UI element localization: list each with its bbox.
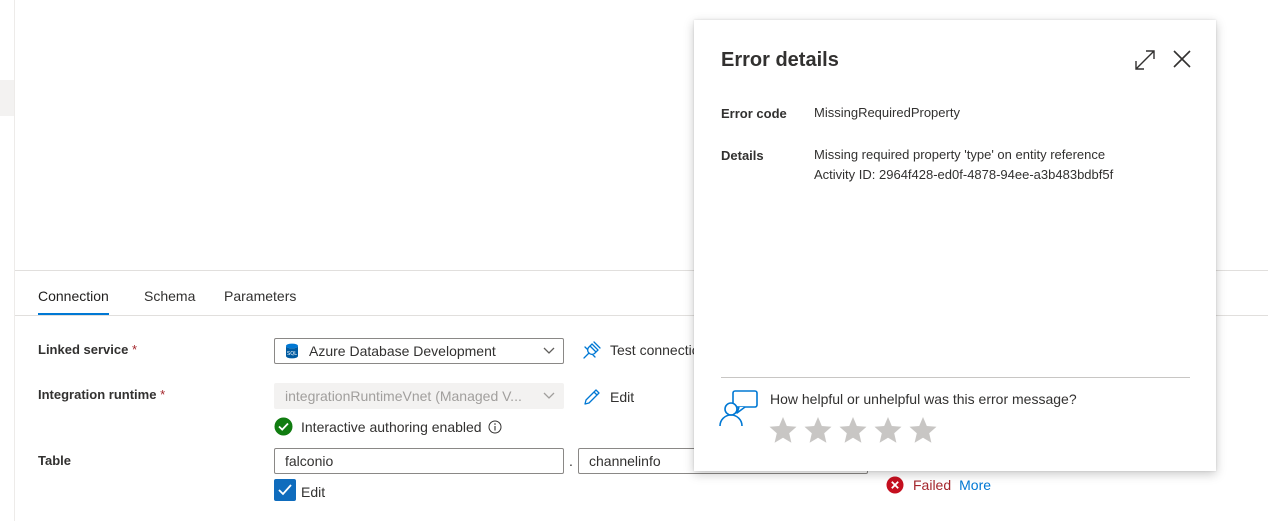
tab-parameters[interactable]: Parameters	[224, 288, 296, 304]
pencil-icon	[584, 389, 600, 405]
success-check-icon	[274, 417, 293, 436]
details-value: Missing required property 'type' on enti…	[814, 145, 1113, 185]
table-separator: .	[569, 453, 573, 469]
error-details-panel: Error details Error code MissingRequired…	[694, 20, 1216, 471]
panel-divider	[721, 377, 1190, 378]
error-code-value: MissingRequiredProperty	[814, 105, 960, 120]
chevron-down-icon	[543, 392, 555, 399]
linked-service-label: Linked service *	[38, 342, 138, 357]
feedback-question: How helpful or unhelpful was this error …	[770, 391, 1077, 407]
test-connection-label: Test connection	[610, 342, 708, 358]
info-icon[interactable]	[488, 420, 502, 434]
star-icon[interactable]	[908, 415, 938, 445]
test-connection-button[interactable]: Test connection	[582, 340, 707, 360]
linked-service-select[interactable]: SQL Azure Database Development	[274, 338, 564, 364]
integration-runtime-edit-button[interactable]: Edit	[582, 387, 634, 407]
failed-status: Failed	[913, 477, 952, 493]
plug-icon	[583, 341, 601, 359]
chevron-down-icon	[543, 347, 555, 354]
details-key: Details	[721, 148, 764, 163]
star-icon[interactable]	[803, 415, 833, 445]
more-link[interactable]: More	[959, 477, 991, 493]
edit-label: Edit	[610, 389, 635, 405]
tab-connection[interactable]: Connection	[38, 288, 109, 315]
rail-tab[interactable]	[0, 80, 14, 116]
svg-text:SQL: SQL	[287, 351, 297, 357]
tab-schema[interactable]: Schema	[144, 288, 195, 304]
expand-icon[interactable]	[1134, 49, 1156, 71]
activity-id: Activity ID: 2964f428-ed0f-4878-94ee-a3b…	[814, 167, 1114, 182]
panel-title: Error details	[721, 49, 839, 71]
table-edit-label: Edit	[301, 484, 326, 500]
table-schema-input[interactable]: falconio	[274, 448, 564, 474]
star-rating[interactable]	[768, 415, 943, 445]
star-icon[interactable]	[768, 415, 798, 445]
error-icon	[886, 476, 904, 494]
left-rail	[0, 0, 15, 521]
linked-service-value: Azure Database Development	[309, 343, 496, 359]
sql-database-icon: SQL	[286, 343, 298, 359]
integration-runtime-select: integrationRuntimeVnet (Managed V...	[274, 383, 564, 409]
star-icon[interactable]	[873, 415, 903, 445]
test-connection-result: Failed More	[886, 476, 991, 494]
integration-runtime-label: Integration runtime *	[38, 387, 166, 402]
details-message: Missing required property 'type' on enti…	[814, 147, 1106, 162]
close-icon[interactable]	[1172, 49, 1192, 69]
feedback-person-icon	[719, 390, 758, 427]
error-code-key: Error code	[721, 106, 787, 121]
checkmark-icon	[278, 484, 292, 496]
table-edit-checkbox[interactable]	[274, 479, 296, 501]
integration-runtime-value: integrationRuntimeVnet (Managed V...	[285, 388, 522, 404]
interactive-authoring-status: Interactive authoring enabled	[274, 417, 502, 436]
star-icon[interactable]	[838, 415, 868, 445]
table-label: Table	[38, 453, 71, 468]
